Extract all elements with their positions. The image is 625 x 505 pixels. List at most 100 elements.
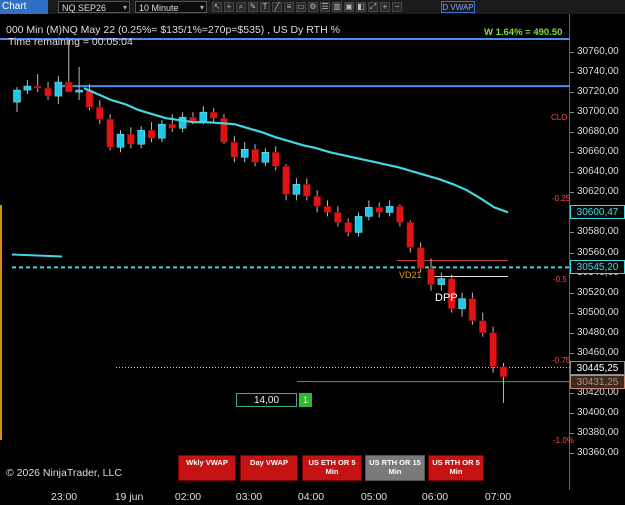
candle-body [23, 85, 32, 91]
template-icon[interactable]: ◧ [356, 2, 366, 12]
toolbar: Chart NQ SEP26 ▾ 10 Minute ▾ ↖ + ⌕ ✎ T ╱ ≡ ▭ ⚙ ☰ ▥ ▣ ◧… [0, 0, 625, 14]
vwap-mark-label: VD21 [399, 270, 422, 280]
candle-body [261, 152, 270, 163]
time-tick: 06:00 [421, 491, 449, 503]
price-tick: 30720,00 [570, 86, 619, 98]
chart-icon[interactable]: ▥ [332, 2, 342, 12]
candle-body [96, 106, 104, 120]
candle-body [251, 148, 259, 163]
price-tick: 30400,00 [570, 406, 619, 418]
price-label: 30545,20 [570, 260, 625, 275]
candle-body [178, 116, 187, 129]
candle-body [458, 298, 466, 309]
candle-body [240, 148, 249, 158]
candle-body [385, 206, 394, 213]
candle-body [427, 268, 435, 285]
candle-body [75, 89, 83, 93]
zoom-icon[interactable]: ⌕ [236, 2, 246, 12]
pct-label-025: -0.25 [552, 194, 571, 203]
chevron-down-icon: ▾ [122, 3, 127, 12]
candle-body [54, 81, 63, 97]
left-edge-marker [0, 205, 2, 440]
list-icon[interactable]: ☰ [320, 2, 330, 12]
fib-icon[interactable]: ≡ [284, 2, 294, 12]
price-tick: 30640,00 [570, 166, 619, 178]
instrument-selector[interactable]: NQ SEP26 ▾ [58, 1, 130, 13]
price-chart [0, 37, 570, 403]
save-icon[interactable]: ▣ [344, 2, 354, 12]
interval-selector[interactable]: 10 Minute ▾ [135, 1, 207, 13]
time-tick: 07:00 [484, 491, 512, 503]
candle-body [106, 118, 114, 148]
candle-body [282, 166, 290, 195]
candle-body [499, 366, 508, 378]
pct-label-clo: CLO [551, 113, 568, 122]
candle-body [33, 85, 42, 89]
candle-body [199, 111, 208, 122]
candle-body [158, 123, 166, 139]
chart-tab[interactable]: Chart [0, 0, 48, 14]
pencil-icon[interactable]: ✎ [248, 2, 258, 12]
price-tick: 30380,00 [570, 426, 619, 438]
minus-icon[interactable]: − [392, 2, 402, 12]
candle-body [313, 196, 321, 207]
price-tick: 30680,00 [570, 126, 619, 138]
candle-body [334, 212, 342, 223]
instrument-label: NQ SEP26 [62, 3, 107, 13]
candle-body [479, 320, 487, 333]
pct-label-075: -0.75 [552, 356, 571, 365]
price-tick: 30520,00 [570, 286, 619, 298]
price-label: 30445,25 [570, 360, 625, 375]
line-icon[interactable]: ╱ [272, 2, 282, 12]
candle-body [65, 81, 73, 93]
candle-body [209, 111, 218, 119]
time-tick: 05:00 [360, 491, 388, 503]
candle-body [354, 216, 363, 233]
time-tick: 02:00 [174, 491, 202, 503]
candle-body [344, 222, 352, 233]
gear-icon[interactable]: ⚙ [308, 2, 318, 12]
price-tick: 30700,00 [570, 106, 619, 118]
price-tick: 30480,00 [570, 326, 619, 338]
candle-body [272, 152, 280, 167]
candle-body [489, 332, 497, 368]
candle-body [13, 89, 21, 103]
expand-icon[interactable]: ⤢ [368, 2, 378, 12]
cursor-icon[interactable]: ↖ [212, 2, 222, 12]
us-rth-or15-button[interactable]: US RTH OR 15 Min [365, 455, 425, 481]
plus-icon[interactable]: + [380, 2, 390, 12]
chevron-down-icon: ▾ [199, 3, 204, 12]
candle-body [406, 222, 415, 248]
time-tick: 04:00 [297, 491, 325, 503]
order-count-badge[interactable]: 1 [299, 393, 312, 407]
chart-plot-area[interactable] [0, 14, 570, 490]
price-tick: 30620,00 [570, 186, 619, 198]
price-tick: 30760,00 [570, 46, 619, 57]
price-tick: 30580,00 [570, 226, 619, 238]
order-quantity[interactable]: 14,00 [236, 393, 297, 407]
prev-vwap-segment [11, 253, 63, 258]
time-tick: 23:00 [50, 491, 78, 503]
text-icon[interactable]: T [260, 2, 270, 12]
chart-info-line: 000 Min (M)NQ May 22 (0.25%= $135/1%=270… [6, 24, 340, 36]
crosshair-icon[interactable]: + [224, 2, 234, 12]
wkly-vwap-button[interactable]: Wkly VWAP [178, 455, 236, 481]
time-remaining: Time remaining = 00:05:04 [8, 36, 133, 48]
candle-body [44, 87, 52, 97]
time-axis[interactable]: 23:00 19 jun 02:00 03:00 04:00 05:00 06:00 07:0… [0, 490, 570, 505]
candle-body [416, 247, 425, 269]
rect-icon[interactable]: ▭ [296, 2, 306, 12]
candle-body [303, 184, 311, 197]
price-axis[interactable]: 30760,00 30740,00 30720,00 30700,00 30680,00… [570, 14, 625, 490]
day-vwap-button[interactable]: Day VWAP [240, 455, 298, 481]
us-rth-or5-button[interactable]: US RTH OR 5 Min [428, 455, 484, 481]
candle-body [127, 133, 135, 145]
price-tick: 30360,00 [570, 447, 619, 458]
price-tick: 30500,00 [570, 306, 619, 318]
candle-body [375, 207, 383, 213]
candle-body [365, 207, 373, 217]
candle-body [230, 141, 239, 158]
us-eth-or5-button[interactable]: US ETH OR 5 Min [302, 455, 362, 481]
d-vwap-button[interactable]: D VWAP [441, 1, 475, 13]
candle-body [220, 117, 228, 143]
